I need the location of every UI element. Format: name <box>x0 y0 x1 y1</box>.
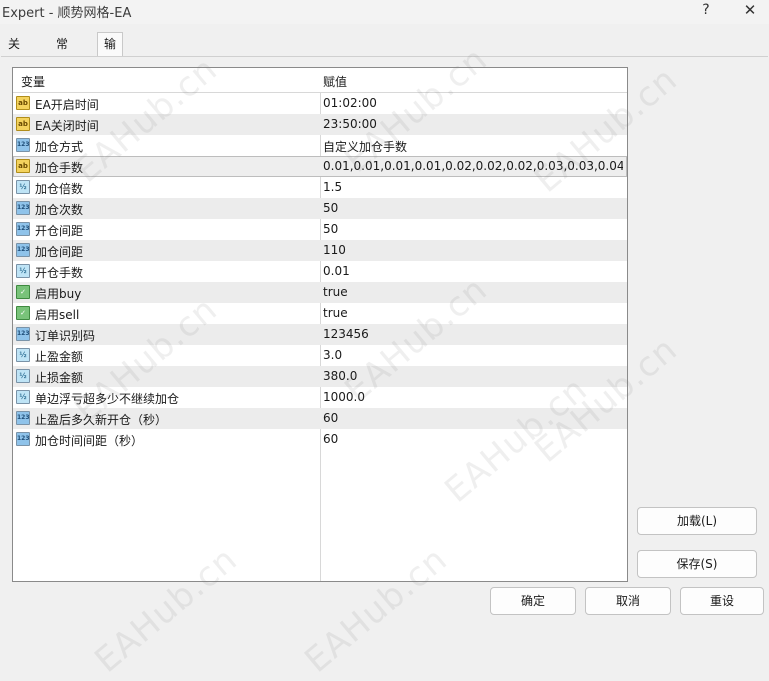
save-button[interactable]: 保存(S) <box>637 550 757 578</box>
table-row[interactable]: 123 订单识别码 123456 <box>13 324 627 345</box>
param-name: 止盈后多久新开仓（秒） <box>35 413 168 427</box>
integer-type-icon: 123 <box>16 432 30 446</box>
param-value[interactable]: true <box>323 306 623 320</box>
table-row[interactable]: ½ 加仓倍数 1.5 <box>13 177 627 198</box>
inputs-table: 变量 赋值 ab EA开启时间 01:02:00 ab EA关闭时间 23:50:00 12… <box>12 67 628 582</box>
header-variable[interactable]: 变量 <box>21 73 45 90</box>
param-name: 单边浮亏超多少不继续加仓 <box>35 392 180 406</box>
double-type-icon: ½ <box>16 348 30 362</box>
param-name: EA开启时间 <box>35 98 99 112</box>
close-button[interactable]: ✕ <box>736 0 764 22</box>
table-row[interactable]: 123 加仓间距 110 <box>13 240 627 261</box>
param-name: 止损金额 <box>35 371 84 385</box>
param-value[interactable]: 自定义加仓手数 <box>323 138 623 155</box>
param-value[interactable]: 380.0 <box>323 369 623 383</box>
integer-type-icon: 123 <box>16 327 30 341</box>
integer-type-icon: 123 <box>16 222 30 236</box>
string-type-icon: ab <box>16 159 30 173</box>
integer-type-icon: 123 <box>16 243 30 257</box>
double-type-icon: ½ <box>16 369 30 383</box>
param-value[interactable]: 60 <box>323 411 623 425</box>
param-name: 开仓间距 <box>35 224 84 238</box>
param-value[interactable]: 23:50:00 <box>323 117 623 131</box>
table-header: 变量 赋值 <box>13 68 627 93</box>
table-row[interactable]: ✓ 启用sell true <box>13 303 627 324</box>
param-name: 加仓次数 <box>35 203 84 217</box>
param-name: 加仓倍数 <box>35 182 84 196</box>
param-value[interactable]: true <box>323 285 623 299</box>
table-row[interactable]: 123 开仓间距 50 <box>13 219 627 240</box>
param-name: EA关闭时间 <box>35 119 99 133</box>
param-value[interactable]: 0.01,0.01,0.01,0.01,0.02,0.02,0.02,0.03,… <box>323 159 623 173</box>
param-name: 开仓手数 <box>35 266 84 280</box>
table-row[interactable]: ½ 单边浮亏超多少不继续加仓 1000.0 <box>13 387 627 408</box>
table-row[interactable]: ✓ 启用buy true <box>13 282 627 303</box>
title-bar: Expert - 顺势网格-EA ? ✕ <box>0 0 769 24</box>
param-value[interactable]: 1000.0 <box>323 390 623 404</box>
header-value[interactable]: 赋值 <box>323 73 347 90</box>
integer-type-icon: 123 <box>16 411 30 425</box>
double-type-icon: ½ <box>16 180 30 194</box>
param-name: 订单识别码 <box>35 329 96 343</box>
string-type-icon: ab <box>16 96 30 110</box>
param-name: 加仓时间间距（秒） <box>35 434 144 448</box>
table-row[interactable]: ½ 止盈金额 3.0 <box>13 345 627 366</box>
table-row[interactable]: ab EA开启时间 01:02:00 <box>13 93 627 114</box>
param-value[interactable]: 50 <box>323 222 623 236</box>
double-type-icon: ½ <box>16 264 30 278</box>
param-value[interactable]: 110 <box>323 243 623 257</box>
cancel-button[interactable]: 取消 <box>585 587 671 615</box>
param-value[interactable]: 50 <box>323 201 623 215</box>
param-value[interactable]: 1.5 <box>323 180 623 194</box>
boolean-type-icon: ✓ <box>16 306 30 320</box>
tab-about[interactable]: 关于 <box>2 33 26 73</box>
tab-inputs[interactable]: 输入参数 <box>97 32 124 117</box>
param-value[interactable]: 3.0 <box>323 348 623 362</box>
table-row[interactable]: 123 止盈后多久新开仓（秒） 60 <box>13 408 627 429</box>
table-row[interactable]: ½ 开仓手数 0.01 <box>13 261 627 282</box>
integer-type-icon: 123 <box>16 201 30 215</box>
string-type-icon: ab <box>16 117 30 131</box>
ok-button[interactable]: 确定 <box>490 587 576 615</box>
param-name: 加仓手数 <box>35 161 84 175</box>
param-value[interactable]: 0.01 <box>323 264 623 278</box>
param-value[interactable]: 60 <box>323 432 623 446</box>
tab-common[interactable]: 常用 <box>50 33 74 73</box>
param-value[interactable]: 01:02:00 <box>323 96 623 110</box>
table-row[interactable]: ab 加仓手数 0.01,0.01,0.01,0.01,0.02,0.02,0.02… <box>13 156 627 177</box>
param-name: 启用sell <box>35 308 80 322</box>
table-row[interactable]: ab EA关闭时间 23:50:00 <box>13 114 627 135</box>
boolean-type-icon: ✓ <box>16 285 30 299</box>
param-name: 加仓方式 <box>35 140 84 154</box>
param-name: 加仓间距 <box>35 245 84 259</box>
param-name: 启用buy <box>35 287 82 301</box>
window-title: Expert - 顺势网格-EA <box>2 6 132 21</box>
reset-button[interactable]: 重设 <box>680 587 764 615</box>
help-button[interactable]: ? <box>692 0 720 22</box>
double-type-icon: ½ <box>16 390 30 404</box>
integer-type-icon: 123 <box>16 138 30 152</box>
table-row[interactable]: 123 加仓时间间距（秒） 60 <box>13 429 627 450</box>
param-name: 止盈金额 <box>35 350 84 364</box>
param-value[interactable]: 123456 <box>323 327 623 341</box>
table-row[interactable]: 123 加仓方式 自定义加仓手数 <box>13 135 627 156</box>
table-row[interactable]: 123 加仓次数 50 <box>13 198 627 219</box>
load-button[interactable]: 加载(L) <box>637 507 757 535</box>
table-row[interactable]: ½ 止损金额 380.0 <box>13 366 627 387</box>
